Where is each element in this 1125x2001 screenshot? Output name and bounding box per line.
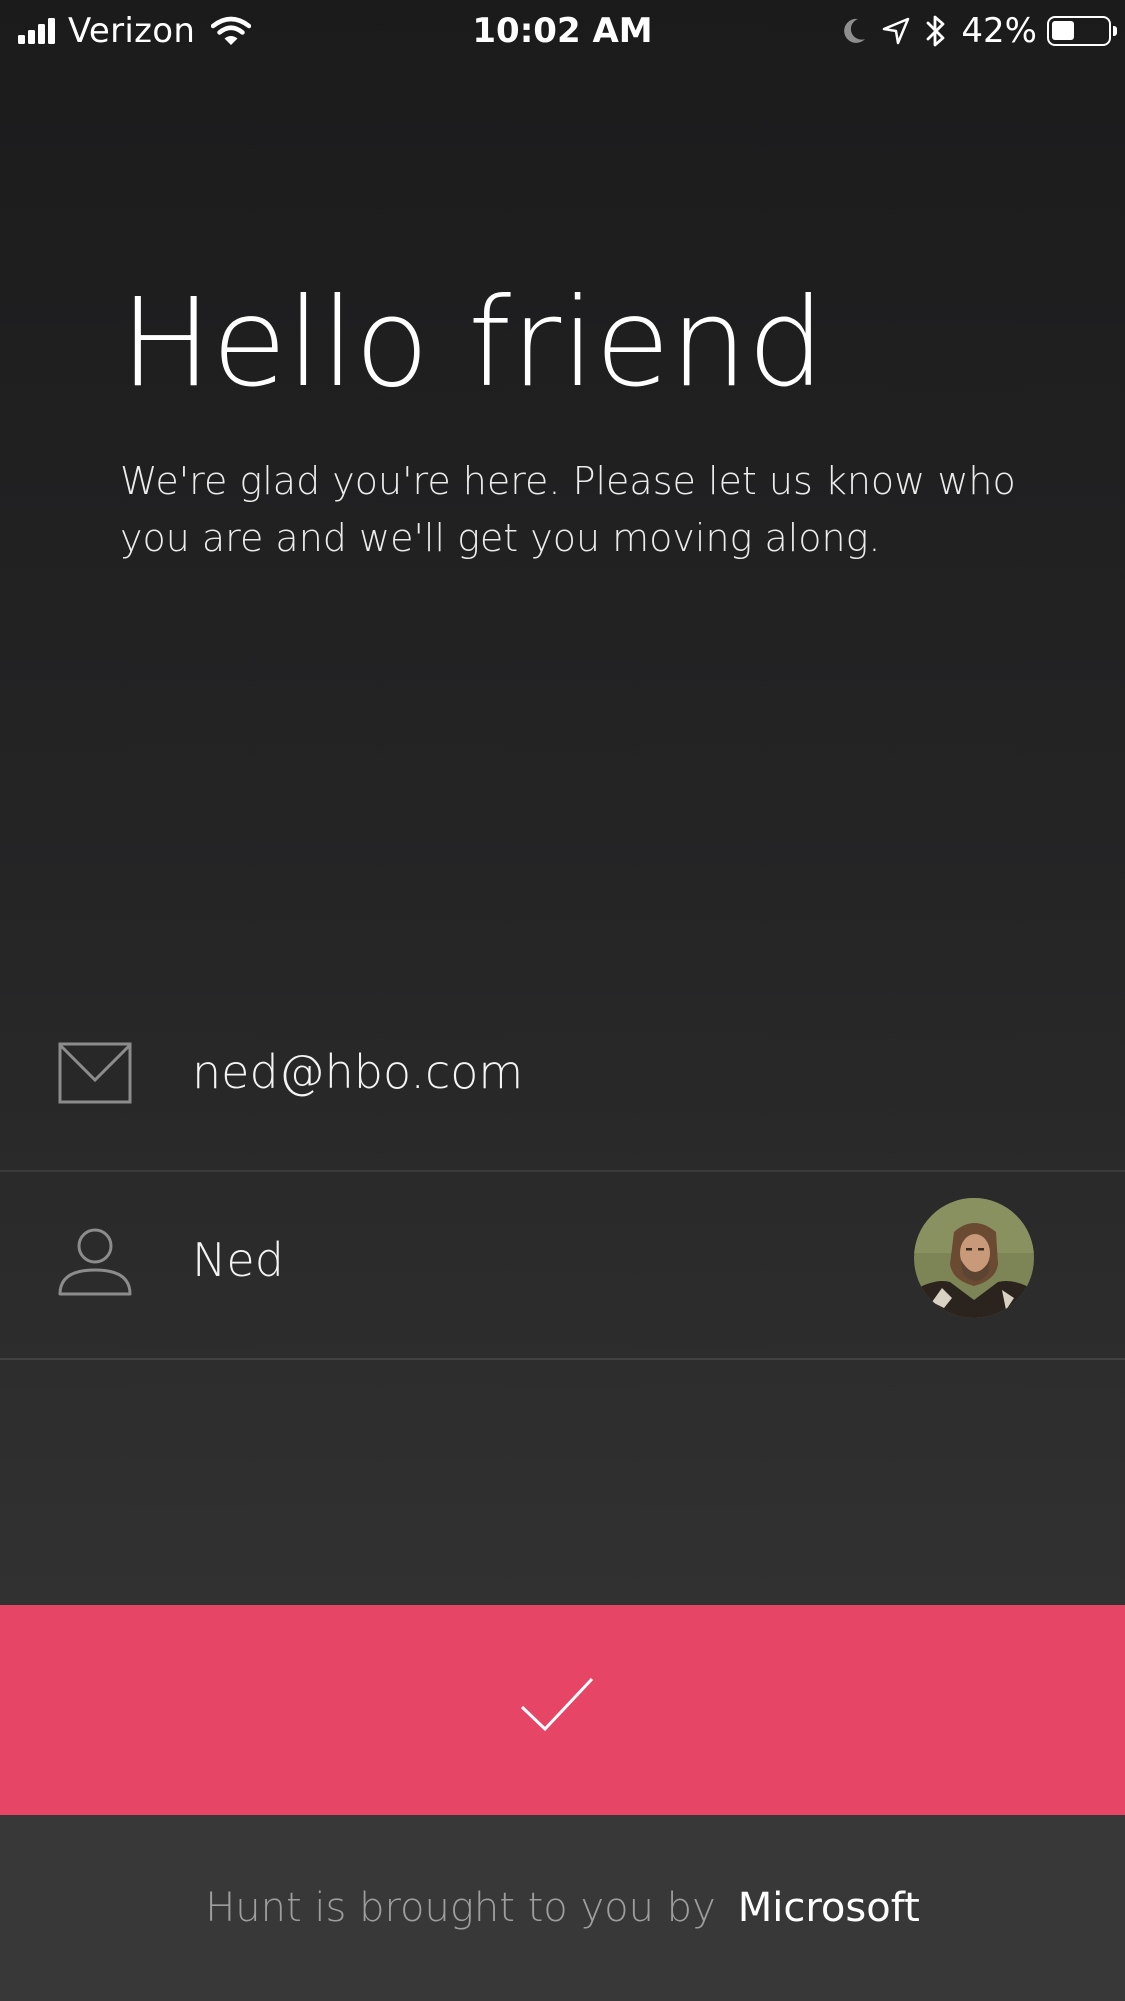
footer: Hunt is brought to you by Microsoft [0, 1815, 1125, 2001]
person-icon [58, 1228, 132, 1296]
moon-icon [844, 18, 866, 43]
battery-nub [1113, 26, 1117, 36]
bluetooth-icon [927, 15, 945, 47]
avatar-image [914, 1198, 1034, 1318]
welcome-subtitle: We're glad you're here. Please let us kn… [120, 459, 1016, 560]
footer-brand: Microsoft [737, 1885, 920, 1931]
email-value[interactable]: ned@hbo.com [192, 974, 523, 1170]
submit-button[interactable] [0, 1605, 1125, 1815]
location-icon [883, 17, 910, 45]
email-field[interactable]: ned@hbo.com [0, 974, 1125, 1172]
name-field[interactable]: Ned [0, 1162, 1125, 1360]
page-title: Hello friend [120, 272, 825, 414]
name-value[interactable]: Ned [192, 1162, 284, 1358]
check-icon [520, 1677, 594, 1732]
status-bar-right: 42% [827, 10, 1117, 52]
battery-percent: 42% [961, 11, 1037, 51]
mail-icon [58, 1042, 132, 1104]
battery-level-fill [1052, 21, 1074, 40]
battery-icon [1047, 16, 1117, 46]
footer-text: Hunt is brought to you by [205, 1885, 716, 1931]
status-bar: Verizon 10:02 AM 42% [0, 0, 1125, 62]
profile-avatar[interactable] [914, 1198, 1034, 1318]
